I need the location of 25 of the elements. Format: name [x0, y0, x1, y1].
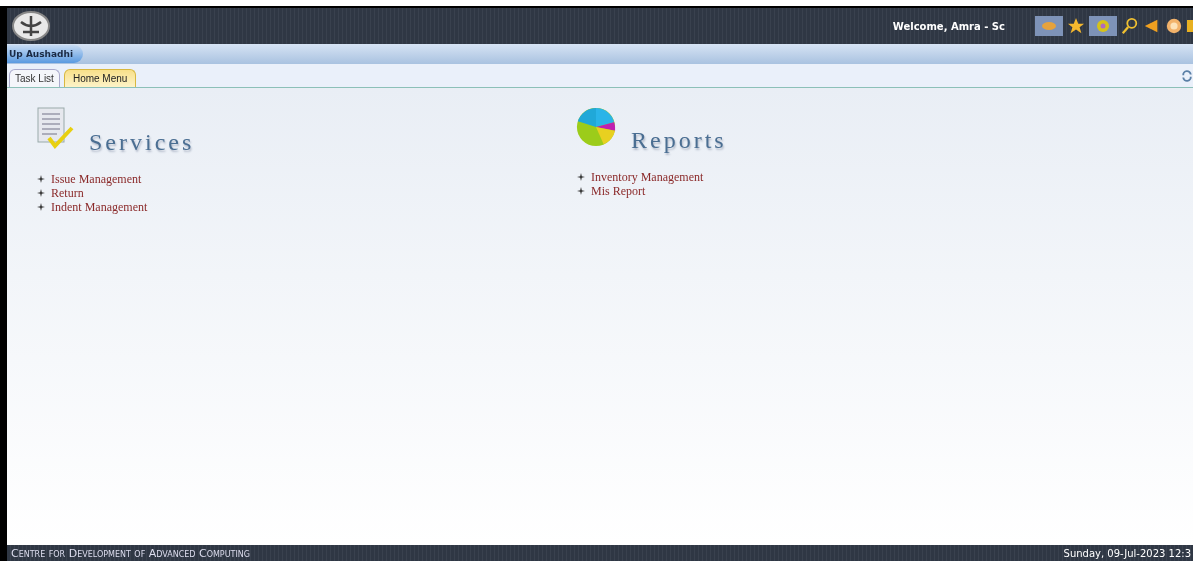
bullet-icon — [37, 175, 45, 183]
search-icon[interactable] — [1121, 17, 1139, 35]
menu-link[interactable]: Issue Management — [51, 172, 142, 186]
app-title: Up Aushadhi — [7, 45, 84, 63]
checklist-icon — [35, 106, 75, 150]
emblem-icon — [11, 10, 51, 42]
bullet-icon — [577, 173, 585, 181]
menu-link[interactable]: Inventory Management — [591, 170, 704, 184]
organisation-text: Centre for Development of Advanced Computing — [11, 546, 250, 560]
user-icon[interactable] — [1165, 17, 1183, 35]
tab[interactable]: Task List — [9, 69, 60, 87]
bullet-icon — [37, 203, 45, 211]
tab[interactable]: Home Menu — [63, 69, 137, 87]
date-time-text: Sunday, 09-Jul-2023 12:3 — [1063, 547, 1191, 559]
pie-chart-icon — [575, 106, 617, 148]
welcome-text: Welcome, Amra - Sc — [892, 20, 1005, 32]
section-title: Services — [89, 129, 195, 156]
section-title: Reports — [631, 127, 727, 154]
menu-link[interactable]: Indent Management — [51, 200, 148, 214]
star-icon[interactable] — [1067, 17, 1085, 35]
menu-link[interactable]: Mis Report — [591, 184, 646, 198]
refresh-icon[interactable] — [1181, 68, 1193, 83]
menu-link[interactable]: Return — [51, 186, 84, 200]
bullet-icon — [37, 189, 45, 197]
bullet-icon — [577, 187, 585, 195]
